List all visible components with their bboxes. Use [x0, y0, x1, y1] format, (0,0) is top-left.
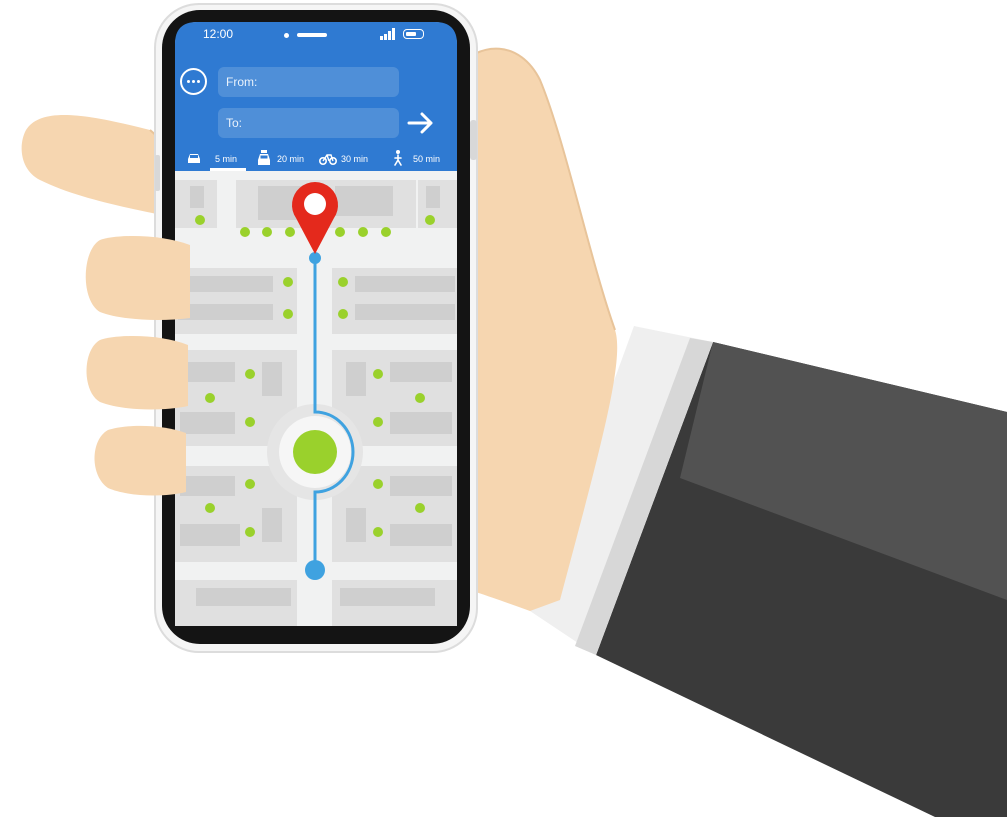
status-time: 12:00 — [203, 27, 234, 41]
to-input[interactable]: To: — [218, 108, 399, 138]
hand-holding-phone-illustration — [21, 3, 1007, 817]
taxi-icon — [258, 150, 270, 165]
travel-mode-tabs: 5 min 20 min 30 min 50 min — [175, 148, 457, 168]
arrow-right-icon[interactable] — [407, 110, 435, 136]
tab-taxi[interactable]: 20 min — [255, 150, 323, 166]
camera-dot-icon — [284, 33, 289, 38]
taxi-time: 20 min — [277, 154, 305, 164]
speaker-notch-icon — [297, 33, 327, 37]
car-icon — [188, 154, 200, 163]
phone-screen: 12:00 From: To: 5 min 20 min 30 min 50 m… — [175, 22, 457, 626]
menu-button[interactable] — [180, 68, 207, 95]
active-tab-indicator — [210, 168, 246, 171]
tab-bicycle[interactable]: 30 min — [319, 150, 383, 166]
tab-walking[interactable]: 50 min — [389, 150, 457, 166]
bicycle-icon — [319, 154, 337, 165]
walking-time: 50 min — [413, 154, 441, 164]
walking-icon — [394, 150, 402, 166]
battery-icon — [403, 29, 424, 39]
tab-car[interactable]: 5 min — [185, 150, 255, 166]
from-input[interactable]: From: — [218, 67, 399, 97]
car-time: 5 min — [215, 154, 238, 164]
signal-icon — [380, 28, 398, 40]
status-bar: 12:00 — [175, 22, 457, 46]
bicycle-time: 30 min — [341, 154, 369, 164]
